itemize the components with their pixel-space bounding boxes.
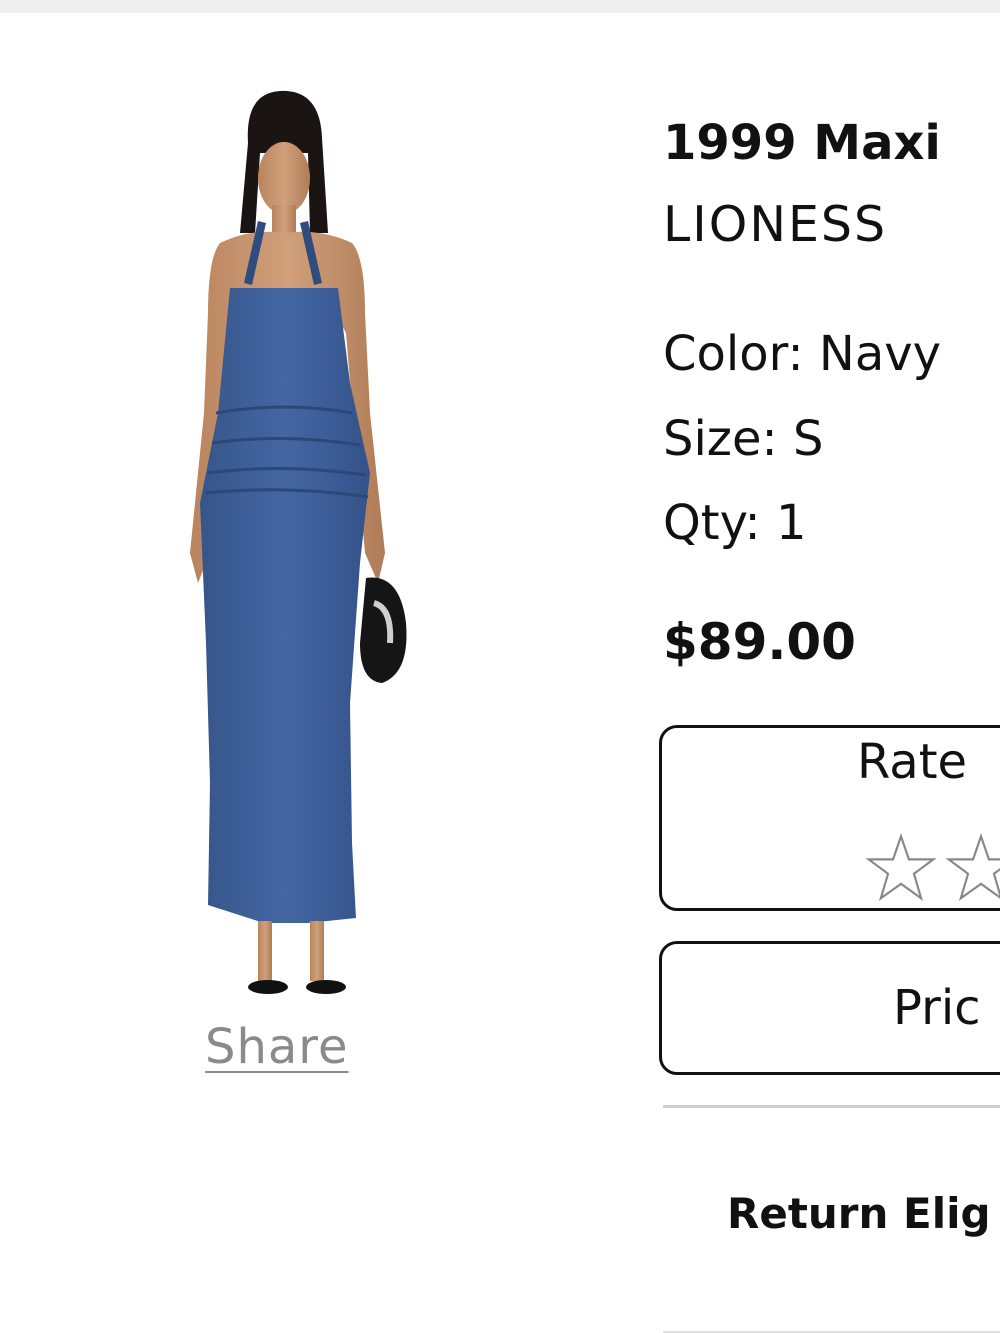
product-color: Color: Navy	[663, 326, 942, 382]
divider	[663, 1105, 1000, 1108]
product-image[interactable]	[160, 83, 430, 1018]
product-size: Size: S	[663, 411, 824, 467]
star-rating[interactable]	[865, 832, 1000, 904]
browser-top-bar	[0, 0, 1000, 13]
product-brand[interactable]: LIONESS	[663, 196, 887, 253]
star-icon[interactable]	[865, 832, 937, 904]
share-link[interactable]: Share	[205, 1019, 349, 1075]
price-button-label: Pric	[893, 980, 981, 1036]
order-item-page: Share 1999 Maxi LIONESS Color: Navy Size…	[0, 13, 1000, 1333]
star-icon[interactable]	[945, 832, 1000, 904]
product-title: 1999 Maxi	[663, 115, 941, 171]
rate-card: Rate	[659, 725, 1000, 911]
rate-label: Rate	[857, 734, 968, 790]
product-price: $89.00	[663, 613, 856, 671]
product-quantity: Qty: 1	[663, 495, 807, 551]
price-button[interactable]: Pric	[659, 941, 1000, 1075]
return-eligibility: Return Elig	[727, 1189, 991, 1238]
